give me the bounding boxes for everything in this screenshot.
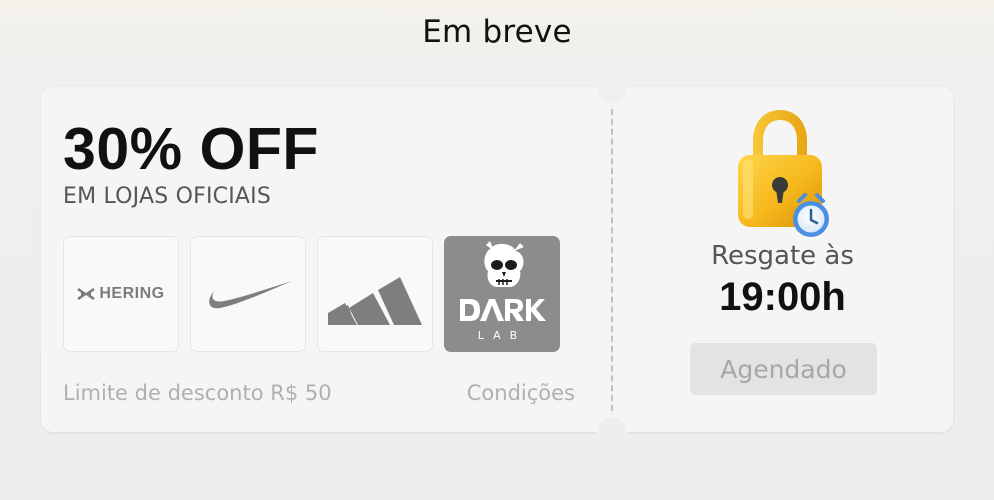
ticket-notch-top bbox=[597, 72, 627, 102]
hering-x-icon bbox=[77, 288, 96, 300]
brand-card-dark-lab[interactable]: LAB bbox=[444, 236, 560, 352]
dark-lab-skull-logo: LAB bbox=[460, 241, 546, 342]
ticket-notch-bottom bbox=[597, 417, 627, 447]
coupon-card[interactable]: 30% OFF EM LOJAS OFICIAIS HERING LAB Lim… bbox=[41, 72, 953, 447]
redeem-time: 19:00h bbox=[719, 275, 846, 319]
adidas-logo bbox=[328, 277, 422, 325]
svg-text:LAB: LAB bbox=[478, 329, 526, 342]
nike-swoosh-logo bbox=[209, 281, 292, 309]
hering-logo: HERING bbox=[77, 285, 164, 303]
scheduled-button[interactable]: Agendado bbox=[690, 343, 877, 395]
brand-card-adidas[interactable] bbox=[317, 236, 433, 352]
conditions-link[interactable]: Condições bbox=[467, 381, 575, 405]
brand-card-nike[interactable] bbox=[190, 236, 306, 352]
discount-title: 30% OFF bbox=[63, 116, 319, 182]
page-title: Em breve bbox=[422, 14, 572, 50]
brand-card-hering[interactable]: HERING bbox=[63, 236, 179, 352]
hering-label: HERING bbox=[99, 285, 165, 302]
discount-limit-text: Limite de desconto R$ 50 bbox=[63, 381, 332, 405]
lock-with-clock-icon bbox=[735, 107, 835, 242]
brand-logos: HERING LAB bbox=[63, 236, 560, 352]
discount-subtitle: EM LOJAS OFICIAIS bbox=[63, 184, 271, 209]
redeem-label: Resgate às bbox=[711, 241, 854, 271]
